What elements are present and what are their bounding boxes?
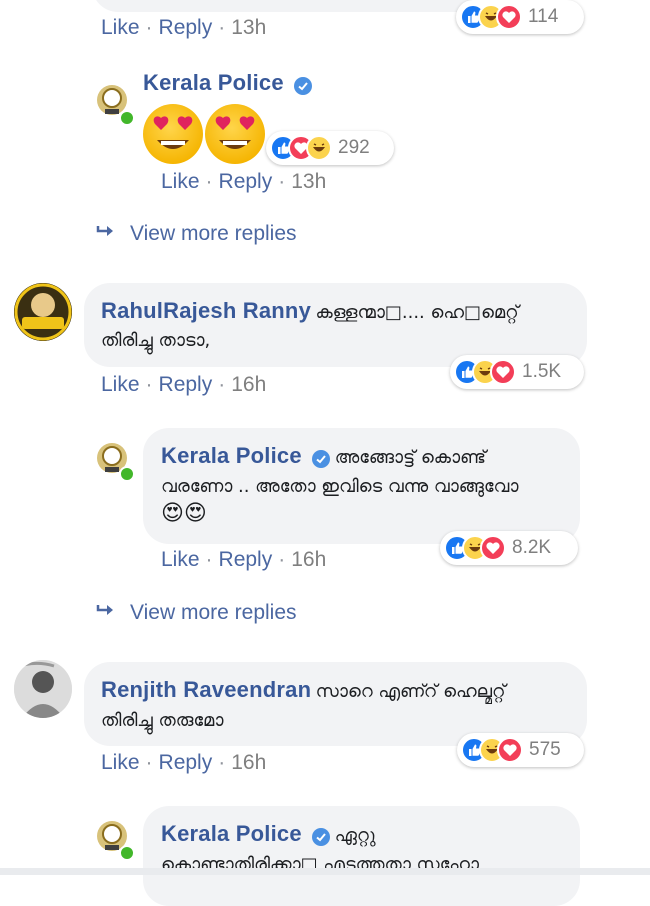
comment-text-line2: തിരിച്ചു തരുമോ	[101, 710, 224, 731]
timestamp[interactable]: 16h	[291, 548, 326, 571]
reaction-count: 114	[528, 6, 559, 27]
emoji-content	[143, 104, 271, 166]
comment-actions: Like · Reply · 13h	[161, 170, 327, 193]
reaction-summary[interactable]: 8.2K	[440, 531, 578, 565]
love-reaction-icon	[480, 535, 506, 561]
online-status-indicator	[119, 466, 135, 482]
like-link[interactable]: Like	[101, 373, 140, 396]
heart-eyes-emoji-icon	[143, 104, 203, 164]
timestamp[interactable]: 13h	[231, 16, 266, 39]
reaction-summary[interactable]: 114	[456, 0, 584, 34]
comment-body: Renjith Raveendran സാറെ എണ്റ് ഹെല്മറ്റ്	[101, 677, 581, 703]
online-status-indicator	[119, 110, 135, 126]
heart-eyes-emoji-icon	[205, 104, 265, 164]
comment-author[interactable]: Kerala Police	[143, 70, 284, 95]
like-link[interactable]: Like	[101, 751, 140, 774]
reply-arrow-icon	[96, 601, 116, 625]
love-reaction-icon	[490, 359, 516, 385]
reply-link[interactable]: Reply	[159, 751, 213, 774]
reaction-count: 1.5K	[522, 361, 562, 382]
reaction-count: 575	[529, 739, 561, 760]
reaction-summary[interactable]: 1.5K	[450, 355, 584, 389]
reaction-count: 292	[338, 137, 370, 158]
comment-actions: Like · Reply · 16h	[101, 751, 267, 774]
like-link[interactable]: Like	[161, 548, 200, 571]
like-link[interactable]: Like	[161, 170, 200, 193]
comment-body: Kerala Police അങ്ങോട്ട് കൊണ്ട്	[161, 443, 571, 469]
comment-text: അങ്ങോട്ട് കൊണ്ട്	[334, 447, 487, 468]
comment-text-line3: 😍😍	[161, 500, 207, 525]
comment-text-line2: തിരിച്ചു താടാ,	[101, 330, 211, 351]
timestamp[interactable]: 16h	[231, 373, 266, 396]
comment-author[interactable]: RahulRajesh Ranny	[101, 298, 311, 323]
comment-author[interactable]: Kerala Police	[161, 821, 302, 846]
view-more-replies-link[interactable]: View more replies	[96, 222, 297, 246]
verified-badge-icon	[294, 76, 313, 95]
comment-actions: Like · Reply · 16h	[161, 548, 327, 571]
comment-text: ഏറ്റു	[334, 825, 376, 846]
comment-actions: Like · Reply · 16h	[101, 373, 267, 396]
verified-badge-icon	[312, 827, 331, 846]
comment-author-row: Kerala Police	[143, 70, 313, 96]
comment-actions-top: Like · Reply · 13h	[101, 16, 267, 39]
reaction-count: 8.2K	[512, 537, 552, 558]
reply-link[interactable]: Reply	[219, 548, 273, 571]
haha-reaction-icon	[306, 135, 332, 161]
timestamp[interactable]: 13h	[291, 170, 326, 193]
reaction-summary[interactable]: 575	[457, 733, 584, 767]
reply-link[interactable]: Reply	[159, 16, 213, 39]
comment-author[interactable]: Renjith Raveendran	[101, 677, 311, 702]
comment-text-line2: വരണോ .. അതോ ഇവിടെ വന്നു വാങ്ങുവോ	[161, 476, 519, 497]
love-reaction-icon	[497, 737, 523, 763]
comment-body: Kerala Police ഏറ്റു	[161, 821, 571, 847]
avatar-rahulrajesh-ranny[interactable]	[14, 283, 72, 341]
bottom-edge-divider	[0, 868, 650, 875]
avatar-renjith-raveendran[interactable]	[14, 660, 72, 718]
comment-text: കള്ളന്മാ□.... ഹെ□മെറ്റ്	[315, 302, 519, 323]
reply-link[interactable]: Reply	[159, 373, 213, 396]
timestamp[interactable]: 16h	[231, 751, 266, 774]
reply-arrow-icon	[96, 222, 116, 246]
view-more-replies-link[interactable]: View more replies	[96, 601, 297, 625]
love-reaction-icon	[496, 4, 522, 30]
like-link[interactable]: Like	[101, 16, 140, 39]
reply-link[interactable]: Reply	[219, 170, 273, 193]
online-status-indicator	[119, 845, 135, 861]
comment-body: RahulRajesh Ranny കള്ളന്മാ□.... ഹെ□മെറ്റ…	[101, 298, 581, 324]
verified-badge-icon	[312, 449, 331, 468]
reaction-summary[interactable]: 292	[266, 131, 394, 165]
comment-text: സാറെ എണ്റ് ഹെല്മറ്റ്	[315, 681, 506, 702]
comment-author[interactable]: Kerala Police	[161, 443, 302, 468]
